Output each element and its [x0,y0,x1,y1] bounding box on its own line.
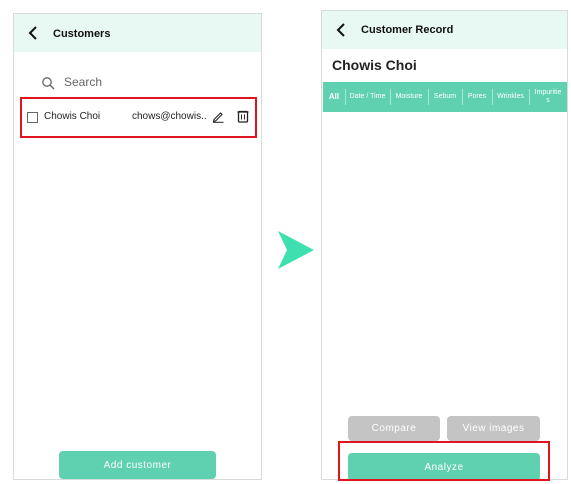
view-images-button[interactable]: View images [447,416,540,441]
tab-sebum[interactable]: Sebum [428,82,462,112]
customer-name: Chowis Choi [44,111,101,122]
customers-header: Customers [14,14,261,52]
customer-email: chows@chowis.. [132,111,207,122]
select-customer-checkbox[interactable] [27,112,38,123]
tab-all[interactable]: All [323,82,345,112]
customers-screen: Customers Search Chowis Choi chows@chowi… [13,13,262,480]
analyze-button[interactable]: Analyze [348,453,540,481]
tab-wrinkles[interactable]: Wrinkles [492,82,529,112]
customer-record-screen: Customer Record Chowis Choi All Date / T… [321,10,568,481]
customer-record-header: Customer Record [322,11,567,49]
page-title: Customers [53,28,111,40]
customer-name-heading: Chowis Choi [332,57,417,73]
compare-button[interactable]: Compare [348,416,440,441]
edit-icon[interactable] [211,109,225,123]
customer-list-item[interactable]: Chowis Choi chows@chowis.. [22,100,256,134]
flow-arrow-icon [277,230,315,270]
tab-moisture[interactable]: Moisture [390,82,428,112]
back-arrow-icon[interactable] [334,22,350,38]
record-tabs: All Date / Time Moisture Sebum Pores Wri… [323,82,567,112]
search-icon [41,76,55,90]
add-customer-button[interactable]: Add customer [59,451,216,479]
tab-date-time[interactable]: Date / Time [345,82,390,112]
page-title: Customer Record [361,24,454,36]
back-arrow-icon[interactable] [26,25,42,41]
tab-impurities[interactable]: Impuritie s [529,82,567,112]
delete-icon[interactable] [237,110,249,123]
search-placeholder: Search [64,75,103,89]
search-input[interactable]: Search [41,69,241,98]
tab-pores[interactable]: Pores [462,82,492,112]
